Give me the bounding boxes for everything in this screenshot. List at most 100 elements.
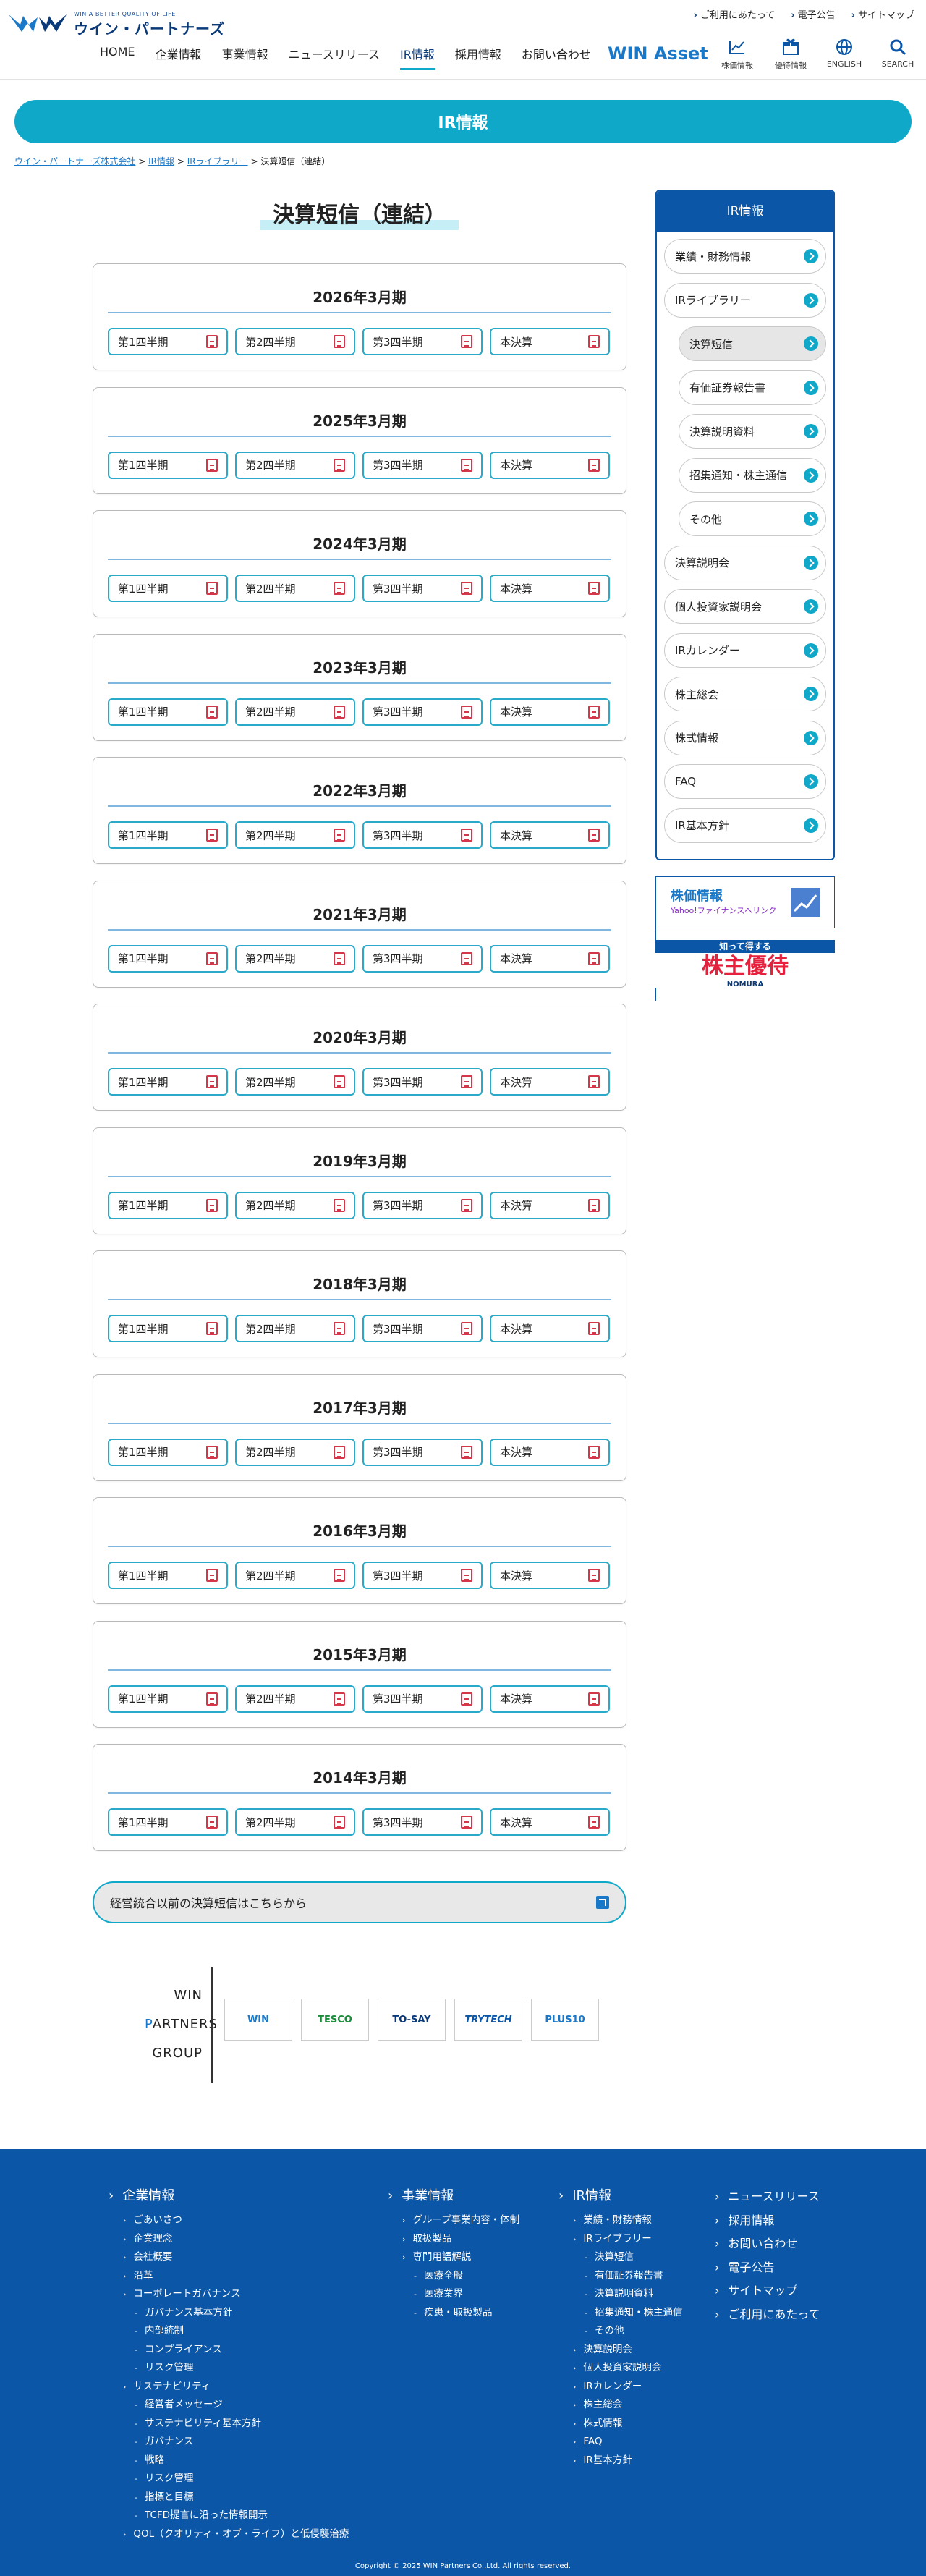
footer-link[interactable]: › お問い合わせ xyxy=(715,2232,820,2256)
footer-link[interactable]: - TCFD提言に沿った情報開示 xyxy=(109,2507,349,2525)
footer-link[interactable]: › 採用情報 xyxy=(715,2209,820,2233)
quarter-pdf-link[interactable]: 本決算 xyxy=(490,1315,610,1342)
sidebar-item[interactable]: IRカレンダー xyxy=(664,632,826,668)
util-link-sitemap[interactable]: › サイトマップ xyxy=(851,7,914,21)
quarter-pdf-link[interactable]: 第3四半期 xyxy=(362,944,483,973)
quarter-pdf-link[interactable]: 本決算 xyxy=(490,1808,610,1836)
english-link[interactable]: ENGLISH xyxy=(825,38,864,71)
sidebar-item[interactable]: 決算説明会 xyxy=(664,545,826,580)
quarter-pdf-link[interactable]: 第2四半期 xyxy=(235,821,355,849)
quarter-pdf-link[interactable]: 第3四半期 xyxy=(362,698,483,726)
footer-link[interactable]: › サステナビリティ xyxy=(109,2378,349,2397)
quarter-pdf-link[interactable]: 第2四半期 xyxy=(235,1562,355,1589)
footer-link[interactable]: - 内部統制 xyxy=(109,2322,349,2341)
footer-link[interactable]: › グループ事業内容・体制 xyxy=(388,2211,519,2230)
sidebar-item[interactable]: 決算説明資料 xyxy=(679,414,826,449)
footer-link[interactable]: › 沿革 xyxy=(109,2267,349,2286)
breadcrumb-ir[interactable]: IR情報 xyxy=(148,156,174,166)
quarter-pdf-link[interactable]: 本決算 xyxy=(490,1068,610,1096)
sidebar-item[interactable]: 株主総会 xyxy=(664,677,826,711)
quarter-pdf-link[interactable]: 第1四半期 xyxy=(108,451,228,479)
footer-link[interactable]: - コンプライアンス xyxy=(109,2341,349,2360)
quarter-pdf-link[interactable]: 第1四半期 xyxy=(108,944,228,973)
footer-link[interactable]: - 招集通知・株主通信 xyxy=(558,2304,682,2323)
footer-heading[interactable]: › 事業情報 xyxy=(388,2185,519,2204)
footer-heading[interactable]: › 企業情報 xyxy=(109,2185,349,2204)
footer-link[interactable]: - 医療全般 xyxy=(388,2267,519,2286)
quarter-pdf-link[interactable]: 本決算 xyxy=(490,451,610,479)
quarter-pdf-link[interactable]: 第2四半期 xyxy=(235,1685,355,1713)
nav-home[interactable]: HOME xyxy=(100,45,135,70)
footer-link[interactable]: - リスク管理 xyxy=(109,2470,349,2488)
footer-link[interactable]: - 決算説明資料 xyxy=(558,2285,682,2304)
footer-link[interactable]: › サイトマップ xyxy=(715,2279,820,2303)
quarter-pdf-link[interactable]: 第1四半期 xyxy=(108,1438,228,1466)
sidebar-item[interactable]: 招集通知・株主通信 xyxy=(679,457,826,493)
sidebar-item[interactable]: 有価証券報告書 xyxy=(679,370,826,405)
footer-link[interactable]: - 疾患・取扱製品 xyxy=(388,2304,519,2323)
footer-link[interactable]: › ニュースリリース xyxy=(715,2185,820,2209)
quarter-pdf-link[interactable]: 第1四半期 xyxy=(108,328,228,355)
stock-info-link[interactable]: 株価情報 xyxy=(718,38,757,71)
sidebar-item[interactable]: その他 xyxy=(679,501,826,536)
sidebar-item[interactable]: 個人投資家説明会 xyxy=(664,589,826,624)
shareholder-benefit-banner[interactable]: 知って得する 株主優待 NOMURA xyxy=(655,928,835,1001)
quarter-pdf-link[interactable]: 本決算 xyxy=(490,944,610,973)
site-logo[interactable]: WIN A BETTER QUALITY OF LIFE ウイン・パートナーズ xyxy=(7,10,225,39)
footer-link[interactable]: › IRカレンダー xyxy=(558,2378,682,2397)
breadcrumb-ir-library[interactable]: IRライブラリー xyxy=(187,156,248,166)
group-logo-win[interactable]: WIN xyxy=(224,1999,292,2041)
sidebar-item[interactable]: 業績・財務情報 xyxy=(664,239,826,274)
quarter-pdf-link[interactable]: 本決算 xyxy=(490,328,610,355)
quarter-pdf-link[interactable]: 第1四半期 xyxy=(108,1685,228,1713)
footer-link[interactable]: › QOL（クオリティ・オブ・ライフ）と低侵襲治療 xyxy=(109,2525,349,2544)
footer-link[interactable]: › 株主総会 xyxy=(558,2396,682,2415)
footer-link[interactable]: - 戦略 xyxy=(109,2452,349,2470)
nav-business[interactable]: 事業情報 xyxy=(222,45,268,70)
nav-ir[interactable]: IR情報 xyxy=(399,45,435,70)
search-link[interactable]: SEARCH xyxy=(878,38,917,71)
footer-link[interactable]: - 指標と目標 xyxy=(109,2488,349,2507)
quarter-pdf-link[interactable]: 第2四半期 xyxy=(235,451,355,479)
quarter-pdf-link[interactable]: 第3四半期 xyxy=(362,821,483,849)
group-logo-tosay[interactable]: TO-SAY xyxy=(378,1999,446,2041)
sidebar-item[interactable]: FAQ xyxy=(664,764,826,799)
footer-link[interactable]: › IRライブラリー xyxy=(558,2230,682,2249)
footer-link[interactable]: - その他 xyxy=(558,2322,682,2341)
quarter-pdf-link[interactable]: 本決算 xyxy=(490,1685,610,1713)
quarter-pdf-link[interactable]: 第3四半期 xyxy=(362,1068,483,1096)
nav-company[interactable]: 企業情報 xyxy=(156,45,202,70)
footer-link[interactable]: › IR基本方針 xyxy=(558,2452,682,2470)
quarter-pdf-link[interactable]: 本決算 xyxy=(490,575,610,602)
nav-recruit[interactable]: 採用情報 xyxy=(455,45,501,70)
quarter-pdf-link[interactable]: 第3四半期 xyxy=(362,1438,483,1466)
util-link-public-notice[interactable]: › 電子公告 xyxy=(791,7,835,21)
win-asset-link[interactable]: WIN Asset xyxy=(608,43,708,64)
footer-link[interactable]: › 電子公告 xyxy=(715,2256,820,2280)
quarter-pdf-link[interactable]: 第2四半期 xyxy=(235,1438,355,1466)
footer-link[interactable]: › 個人投資家説明会 xyxy=(558,2359,682,2378)
quarter-pdf-link[interactable]: 第3四半期 xyxy=(362,1562,483,1589)
benefit-info-link[interactable]: 優待情報 xyxy=(771,38,810,71)
sidebar-item[interactable]: IR基本方針 xyxy=(664,808,826,843)
quarter-pdf-link[interactable]: 第3四半期 xyxy=(362,575,483,602)
footer-link[interactable]: › コーポレートガバナンス xyxy=(109,2285,349,2304)
footer-link[interactable]: - 経営者メッセージ xyxy=(109,2396,349,2415)
footer-link[interactable]: › FAQ xyxy=(558,2433,682,2452)
sidebar-item[interactable]: 株式情報 xyxy=(664,720,826,755)
sidebar-item[interactable]: IRライブラリー xyxy=(664,282,826,318)
group-logo-plus10[interactable]: PLUS10 xyxy=(531,1999,599,2041)
quarter-pdf-link[interactable]: 第1四半期 xyxy=(108,575,228,602)
group-logo-tesco[interactable]: TESCO xyxy=(301,1999,369,2041)
quarter-pdf-link[interactable]: 第1四半期 xyxy=(108,1808,228,1836)
quarter-pdf-link[interactable]: 本決算 xyxy=(490,821,610,849)
quarter-pdf-link[interactable]: 本決算 xyxy=(490,698,610,726)
footer-link[interactable]: › 業績・財務情報 xyxy=(558,2211,682,2230)
quarter-pdf-link[interactable]: 本決算 xyxy=(490,1191,610,1219)
quarter-pdf-link[interactable]: 第2四半期 xyxy=(235,1068,355,1096)
footer-link[interactable]: › 会社概要 xyxy=(109,2248,349,2267)
quarter-pdf-link[interactable]: 第2四半期 xyxy=(235,1808,355,1836)
quarter-pdf-link[interactable]: 第3四半期 xyxy=(362,1191,483,1219)
quarter-pdf-link[interactable]: 第3四半期 xyxy=(362,1685,483,1713)
footer-link[interactable]: › ごあいさつ xyxy=(109,2211,349,2230)
